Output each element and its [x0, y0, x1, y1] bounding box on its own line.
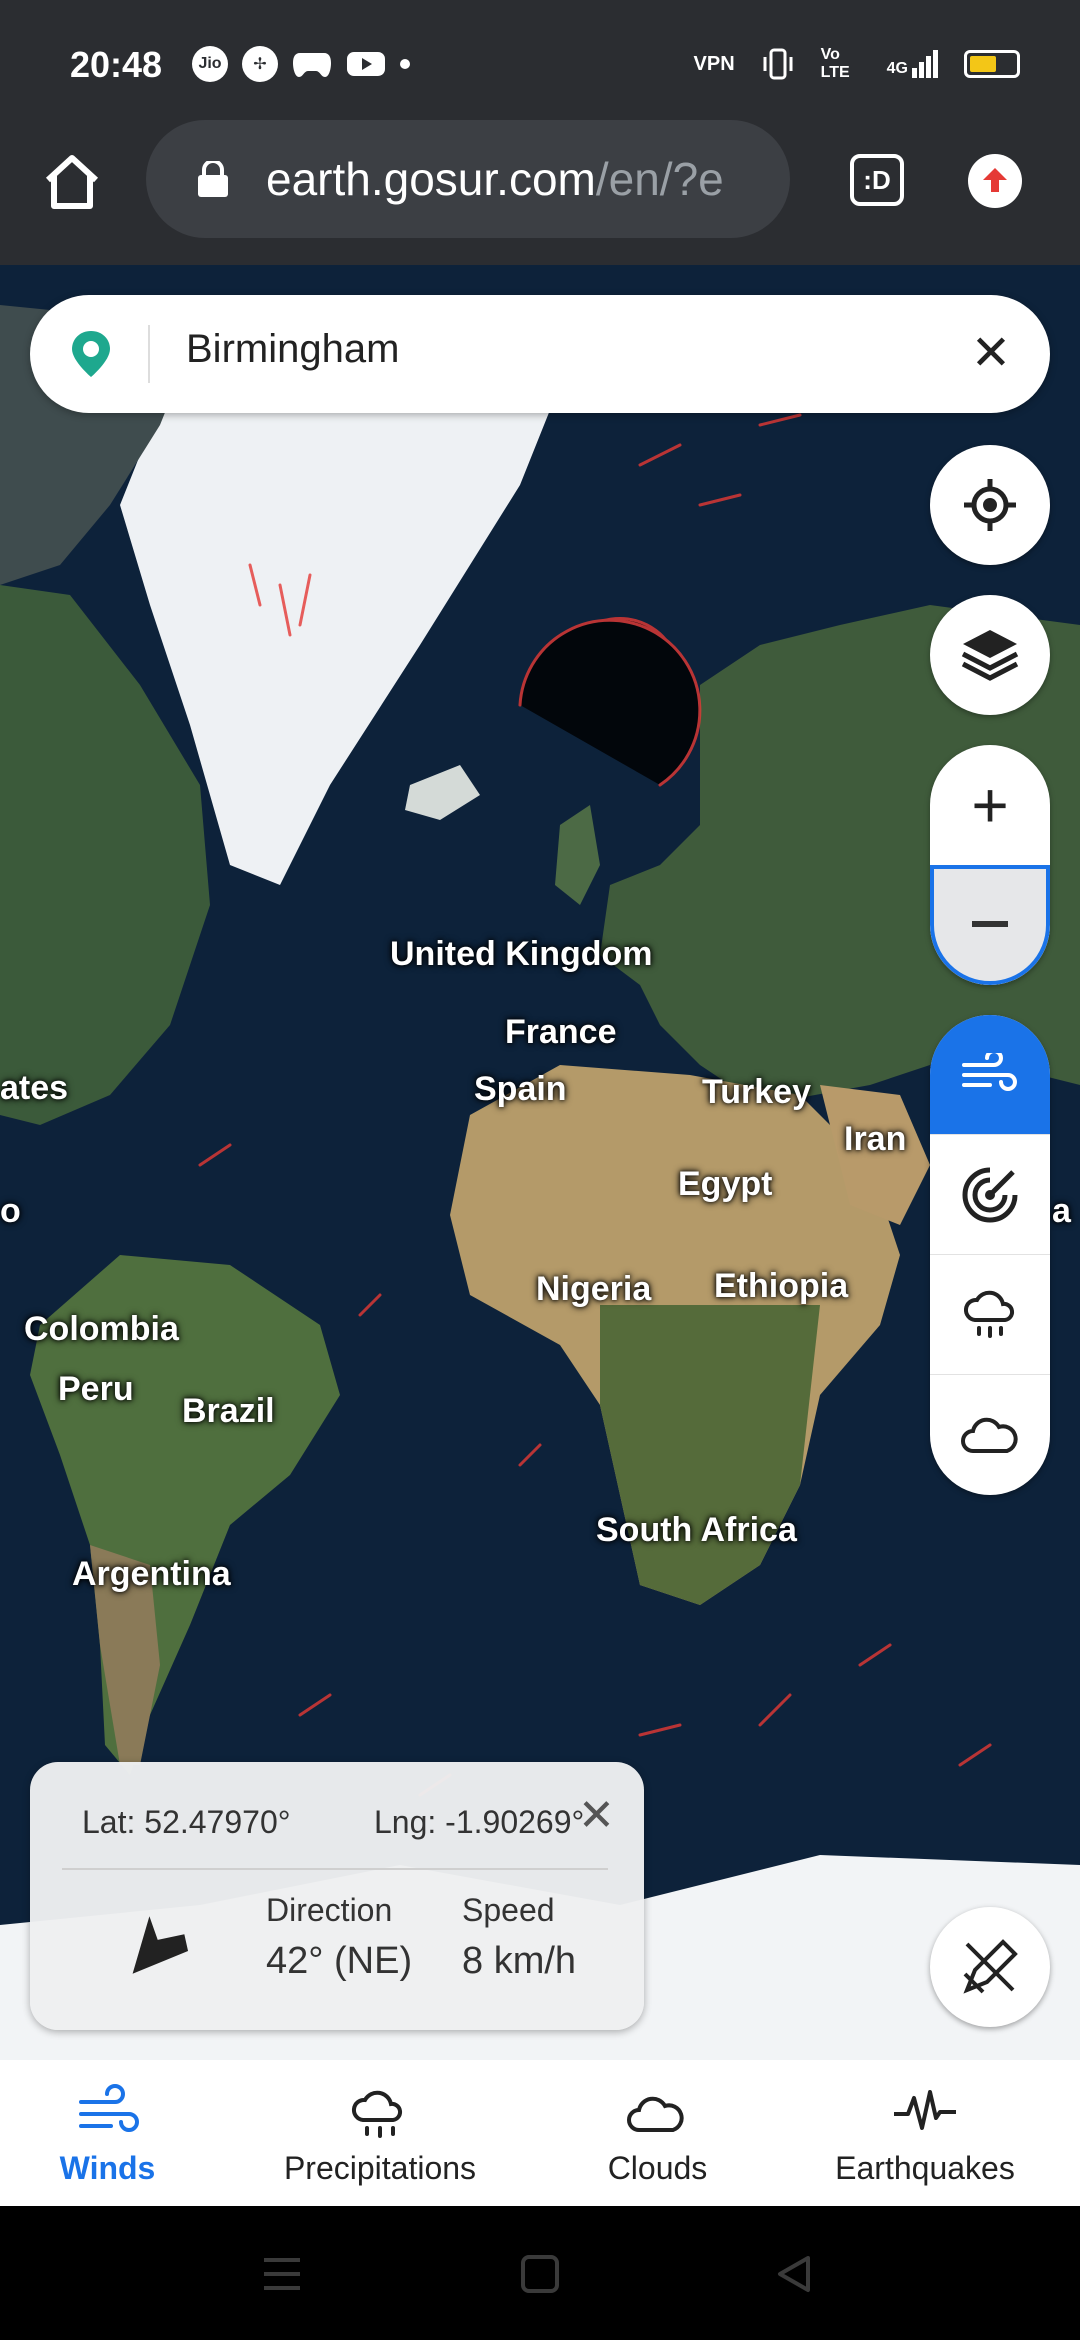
weather-map[interactable]: United Kingdom France Spain Turkey Iran … [0, 265, 1080, 2060]
tab-switcher-button[interactable]: :D [850, 154, 904, 206]
zoom-in-button[interactable]: + [930, 745, 1050, 865]
label-nigeria: Nigeria [536, 1270, 652, 1308]
vibrate-icon [763, 48, 793, 80]
label-argentina: Argentina [72, 1555, 231, 1593]
longitude-readout: Lng: -1.90269° [374, 1804, 585, 1840]
url-path: /en/?e [595, 153, 724, 205]
back-icon[interactable] [774, 2254, 814, 2294]
label-egypt: Egypt [678, 1165, 773, 1203]
jio-icon: Jio [192, 46, 228, 82]
signal-icon: 4G [887, 50, 938, 78]
battery-icon [964, 50, 1020, 78]
rain-cloud-icon [964, 1290, 1015, 1338]
nav-winds-label: Winds [59, 2150, 156, 2186]
crosshair-icon [964, 479, 1016, 531]
system-navigation-bar [0, 2206, 1080, 2340]
nav-winds[interactable]: Winds [40, 2060, 175, 2206]
browser-toolbar: earth.gosur.com/en/?e :D [0, 120, 1080, 265]
layer-precipitation-button[interactable] [930, 1255, 1050, 1375]
label-south-africa: South Africa [596, 1511, 797, 1549]
nav-earthquakes[interactable]: Earthquakes [820, 2060, 1030, 2206]
search-divider [148, 325, 150, 383]
notification-icons: Jio ✢ [192, 46, 410, 82]
more-notifications-dot [400, 59, 410, 69]
address-bar[interactable]: earth.gosur.com/en/?e [146, 120, 790, 238]
wind-icon [78, 2084, 139, 2132]
arrow-up-icon [983, 168, 1007, 192]
clear-search-button[interactable]: ✕ [968, 330, 1014, 378]
label-edge-o: o [0, 1192, 21, 1230]
label-brazil: Brazil [182, 1392, 275, 1430]
nav-precipitations-label: Precipitations [283, 2150, 477, 2186]
zoom-out-button[interactable] [930, 865, 1050, 985]
wind-direction-arrow-icon [132, 1916, 189, 1974]
rain-cloud-icon [352, 2090, 403, 2138]
search-input[interactable]: Birmingham [186, 327, 399, 372]
direction-label: Direction [266, 1892, 393, 1928]
radar-icon [962, 1167, 1018, 1222]
layer-clouds-button[interactable] [930, 1375, 1050, 1495]
speed-value: 8 km/h [462, 1940, 577, 1982]
map-layers-button[interactable] [930, 595, 1050, 715]
label-usa-partial: ates [0, 1069, 69, 1107]
home-icon[interactable] [40, 150, 104, 214]
label-edge-a: a [1052, 1192, 1071, 1230]
zoom-controls: + [930, 745, 1050, 985]
info-divider [62, 1868, 608, 1870]
vpn-icon: VPN [693, 53, 735, 75]
pinwheel-icon: ✢ [242, 46, 278, 82]
cloud-icon [961, 1417, 1018, 1453]
direction-value: 42° (NE) [266, 1940, 413, 1982]
battery-level [970, 56, 996, 72]
nav-clouds[interactable]: Clouds [590, 2060, 725, 2206]
layers-icon [961, 630, 1019, 681]
search-bar[interactable]: Birmingham ✕ [30, 295, 1050, 413]
label-spain: Spain [474, 1070, 567, 1108]
layer-radar-button[interactable] [930, 1135, 1050, 1255]
url-host: earth.gosur.com [266, 153, 596, 205]
lock-icon [198, 161, 228, 197]
minus-icon [972, 921, 1008, 927]
label-ethiopia: Ethiopia [714, 1267, 849, 1305]
label-united-kingdom: United Kingdom [390, 935, 653, 973]
label-colombia: Colombia [24, 1310, 179, 1348]
layer-winds-button[interactable] [930, 1015, 1050, 1135]
cloud-icon [626, 2096, 684, 2132]
label-iran: Iran [844, 1120, 907, 1158]
volte-icon: Vo LTE [820, 46, 850, 81]
draw-tool-button[interactable] [930, 1907, 1050, 2027]
system-icons: VPN Vo LTE 4G [694, 46, 1020, 82]
status-bar: 20:48 Jio ✢ VPN Vo LTE 4G [0, 0, 1080, 120]
my-location-button[interactable] [930, 445, 1050, 565]
close-info-button[interactable]: ✕ [578, 1790, 615, 1841]
pencil-ruler-icon [963, 1939, 1018, 1994]
status-time: 20:48 [70, 44, 163, 85]
location-pin-icon [72, 331, 110, 377]
nav-clouds-label: Clouds [607, 2150, 708, 2186]
gamepad-icon [293, 53, 331, 77]
menu-icon[interactable] [262, 2256, 302, 2292]
latitude-readout: Lat: 52.47970° [82, 1804, 291, 1840]
label-france: France [505, 1013, 617, 1051]
label-peru: Peru [58, 1370, 134, 1408]
speed-label: Speed [462, 1892, 555, 1928]
update-button[interactable] [968, 154, 1022, 208]
home-square-icon[interactable] [520, 2254, 560, 2294]
bottom-navigation: Winds Precipitations Clouds Earthquakes [0, 2060, 1080, 2206]
nav-precipitations[interactable]: Precipitations [270, 2060, 490, 2206]
seismograph-icon [894, 2090, 956, 2130]
point-info-card: Lat: 52.47970° Lng: -1.90269° ✕ Directio… [30, 1762, 644, 2030]
youtube-icon [347, 52, 385, 76]
wind-icon [962, 1052, 1017, 1091]
label-turkey: Turkey [702, 1073, 811, 1111]
nav-earthquakes-label: Earthquakes [835, 2150, 1015, 2186]
overlay-selector [930, 1015, 1050, 1495]
